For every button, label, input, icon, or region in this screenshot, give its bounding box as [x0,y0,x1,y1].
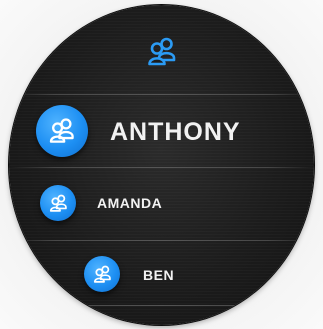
contacts-screen: ANTHONY AMANDA BEN [9,5,314,325]
contact-name: AMANDA [97,195,163,211]
contact-row-anthony[interactable]: ANTHONY [9,95,314,167]
contacts-group-icon[interactable] [145,35,179,69]
header [9,5,314,93]
contact-name: ANTHONY [110,118,241,146]
divider [9,305,314,306]
contact-avatar-icon [36,105,88,157]
contact-name: BEN [143,267,175,283]
contact-avatar-icon [84,256,120,292]
contact-avatar-icon [40,185,76,221]
contact-row-amanda[interactable]: AMANDA [9,168,314,240]
contact-row-ben[interactable]: BEN [9,241,314,305]
